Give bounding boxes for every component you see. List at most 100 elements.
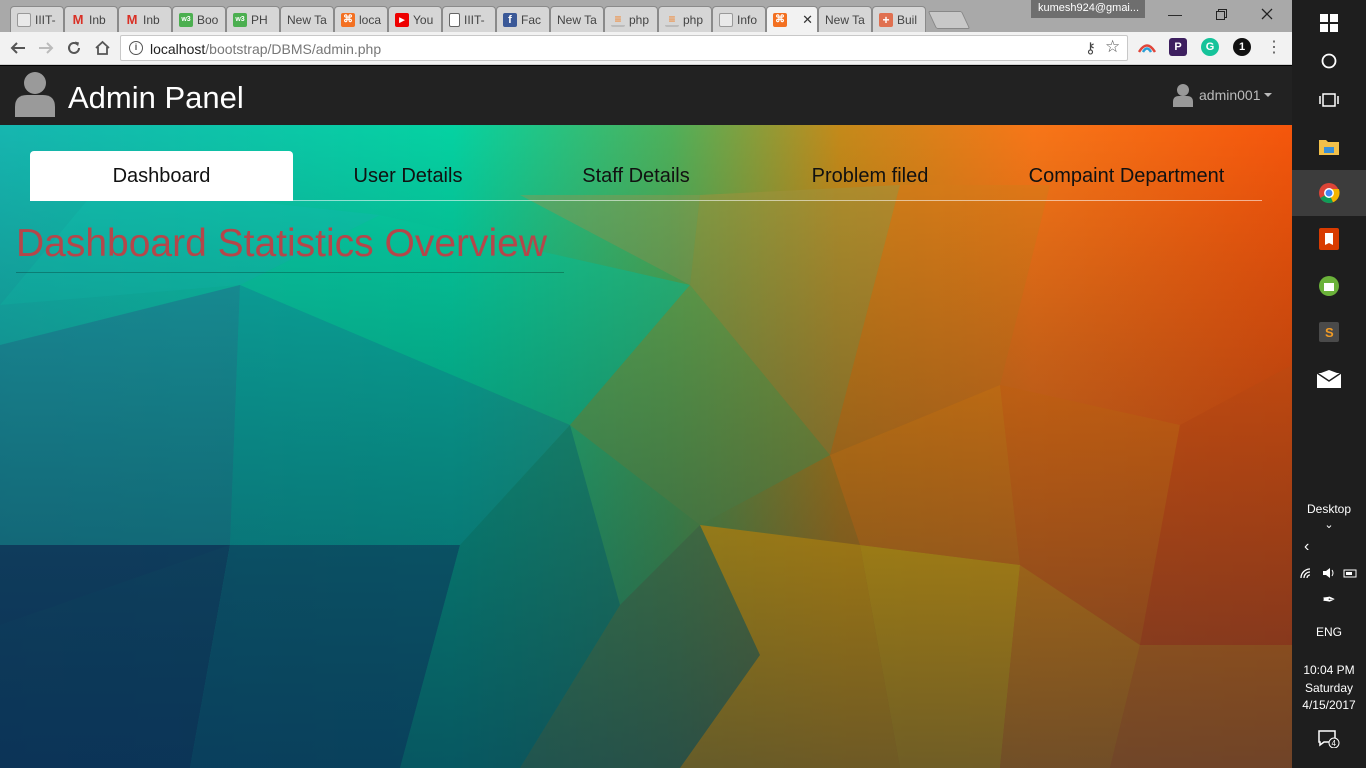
dashboard-tab-nav: Dashboard User Details Staff Details Pro… bbox=[30, 151, 1262, 201]
clock-day[interactable]: Saturday bbox=[1292, 681, 1366, 695]
browser-tab[interactable]: w3 PH bbox=[226, 6, 280, 32]
browser-tab[interactable]: M Inb bbox=[118, 6, 172, 32]
stackoverflow-icon: ≡ bbox=[665, 12, 679, 27]
w3schools-icon: w3 bbox=[233, 12, 247, 27]
minimize-icon[interactable]: — bbox=[1152, 0, 1198, 28]
plus-icon: + bbox=[879, 12, 893, 27]
browser-tab[interactable]: IIIT- bbox=[442, 6, 496, 32]
tab-title: php bbox=[683, 12, 704, 27]
file-explorer-icon[interactable] bbox=[1292, 123, 1366, 169]
browser-tab[interactable]: New Ta bbox=[280, 6, 334, 32]
tab-title: PH bbox=[251, 12, 268, 27]
tab-title: New Ta bbox=[557, 12, 597, 27]
address-bar[interactable]: i localhost/bootstrap/DBMS/admin.php ⚷ ☆ bbox=[120, 35, 1128, 61]
extension-1-icon[interactable]: 1 bbox=[1233, 38, 1251, 56]
tab-title: Info bbox=[737, 12, 758, 27]
xampp-icon: ⌘ bbox=[773, 12, 787, 27]
user-dropdown[interactable]: admin001 bbox=[1173, 83, 1272, 107]
bookmark-star-icon[interactable]: ☆ bbox=[1105, 37, 1120, 57]
tab-title: New Ta bbox=[287, 12, 327, 27]
show-hidden-icons[interactable]: ‹ bbox=[1292, 538, 1366, 556]
browser-tab[interactable]: ⌘ loca bbox=[334, 6, 388, 32]
browser-tab-strip: IIIT- M Inb M Inb w3 Boo w3 PH New Ta ⌘ loca ▶ You III… bbox=[0, 0, 1292, 32]
close-tab-icon[interactable]: ✕ bbox=[802, 12, 813, 28]
tab-title: New Ta bbox=[825, 12, 865, 27]
pen-workspace-icon[interactable]: ✒ bbox=[1292, 590, 1366, 610]
tab-title: Fac bbox=[521, 12, 542, 27]
tab-dashboard[interactable]: Dashboard bbox=[30, 151, 293, 201]
profile-button[interactable]: kumesh924@gmai... bbox=[1031, 0, 1145, 18]
user-avatar-icon bbox=[15, 72, 55, 117]
info-icon[interactable]: i bbox=[129, 41, 143, 55]
svg-text:S: S bbox=[1325, 325, 1334, 340]
url-text: localhost/bootstrap/DBMS/admin.php bbox=[150, 41, 382, 57]
gmail-icon: M bbox=[126, 12, 138, 27]
stackoverflow-icon: ≡ bbox=[611, 12, 625, 27]
close-window-icon[interactable] bbox=[1244, 0, 1290, 28]
back-icon[interactable] bbox=[7, 37, 29, 59]
clock-date[interactable]: 4/15/2017 bbox=[1292, 698, 1366, 712]
browser-tab[interactable]: ≡ php bbox=[658, 6, 712, 32]
user-icon bbox=[1173, 84, 1193, 107]
store-icon[interactable] bbox=[1292, 263, 1366, 309]
chrome-menu-icon[interactable]: ⋮ bbox=[1266, 37, 1282, 57]
browser-tab[interactable]: f Fac bbox=[496, 6, 550, 32]
browser-toolbar: i localhost/bootstrap/DBMS/admin.php ⚷ ☆… bbox=[0, 32, 1292, 65]
tab-problem-filed[interactable]: Problem filed bbox=[749, 151, 991, 201]
new-tab-button[interactable] bbox=[927, 11, 971, 29]
windows-taskbar: S Desktop ⌄ ‹ ✒ ENG 10:04 PM Saturday 4/… bbox=[1292, 0, 1366, 768]
document-icon bbox=[449, 12, 460, 27]
browser-tab[interactable]: + Buil bbox=[872, 6, 926, 32]
tab-title: IIIT- bbox=[464, 12, 485, 27]
bookpock-icon bbox=[719, 12, 733, 27]
reload-icon[interactable] bbox=[63, 37, 85, 59]
forward-icon[interactable] bbox=[35, 37, 57, 59]
office-icon[interactable] bbox=[1292, 216, 1366, 262]
clock-time[interactable]: 10:04 PM bbox=[1292, 663, 1366, 677]
mail-icon[interactable] bbox=[1292, 356, 1366, 402]
tab-title: Buil bbox=[897, 12, 918, 27]
browser-tab[interactable]: w3 Boo bbox=[172, 6, 226, 32]
system-tray-icons[interactable] bbox=[1292, 566, 1366, 583]
tab-complaint-department[interactable]: Compaint Department bbox=[991, 151, 1262, 201]
home-icon[interactable] bbox=[91, 37, 113, 59]
browser-tab-active[interactable]: ⌘ ✕ bbox=[766, 6, 818, 32]
key-icon[interactable]: ⚷ bbox=[1085, 39, 1096, 57]
chrome-icon[interactable] bbox=[1292, 170, 1366, 216]
gmail-icon: M bbox=[72, 12, 84, 27]
username: admin001 bbox=[1199, 87, 1261, 103]
task-view-icon[interactable] bbox=[1292, 77, 1366, 123]
desktop-chevron-icon[interactable]: ⌄ bbox=[1292, 518, 1366, 531]
w3schools-icon: w3 bbox=[179, 12, 193, 27]
browser-tab[interactable]: IIIT- bbox=[10, 6, 64, 32]
extension-arc-icon[interactable] bbox=[1138, 38, 1156, 56]
restore-icon[interactable] bbox=[1198, 0, 1244, 28]
tab-user-details[interactable]: User Details bbox=[293, 151, 523, 201]
svg-text:4: 4 bbox=[1332, 739, 1337, 748]
brand-title[interactable]: Admin Panel bbox=[68, 80, 244, 116]
tab-title: loca bbox=[359, 12, 382, 27]
browser-tab[interactable]: ▶ You bbox=[388, 6, 442, 32]
page-title: Dashboard Statistics Overview bbox=[16, 222, 564, 273]
bookpock-icon bbox=[17, 12, 31, 27]
browser-tab[interactable]: New Ta bbox=[550, 6, 604, 32]
tab-title: Inb bbox=[143, 12, 160, 27]
browser-tab[interactable]: New Ta bbox=[818, 6, 872, 32]
facebook-icon: f bbox=[503, 12, 517, 27]
tab-list: IIIT- M Inb M Inb w3 Boo w3 PH New Ta ⌘ loca ▶ You III… bbox=[10, 3, 971, 32]
extension-p-icon[interactable]: P bbox=[1169, 38, 1187, 56]
tab-title: Inb bbox=[89, 12, 106, 27]
tab-title: You bbox=[413, 12, 434, 27]
grammarly-icon[interactable]: G bbox=[1201, 38, 1219, 56]
browser-tab[interactable]: M Inb bbox=[64, 6, 118, 32]
desktop-label[interactable]: Desktop bbox=[1292, 502, 1366, 516]
caret-down-icon bbox=[1263, 93, 1272, 97]
admin-navbar: Admin Panel admin001 bbox=[0, 66, 1292, 125]
tab-staff-details[interactable]: Staff Details bbox=[523, 151, 749, 201]
action-center-icon[interactable]: 4 bbox=[1292, 730, 1366, 751]
tab-title: php bbox=[629, 12, 650, 27]
browser-tab[interactable]: Info bbox=[712, 6, 766, 32]
language-indicator[interactable]: ENG bbox=[1292, 625, 1366, 639]
sublime-text-icon[interactable]: S bbox=[1292, 309, 1366, 355]
browser-tab[interactable]: ≡ php bbox=[604, 6, 658, 32]
